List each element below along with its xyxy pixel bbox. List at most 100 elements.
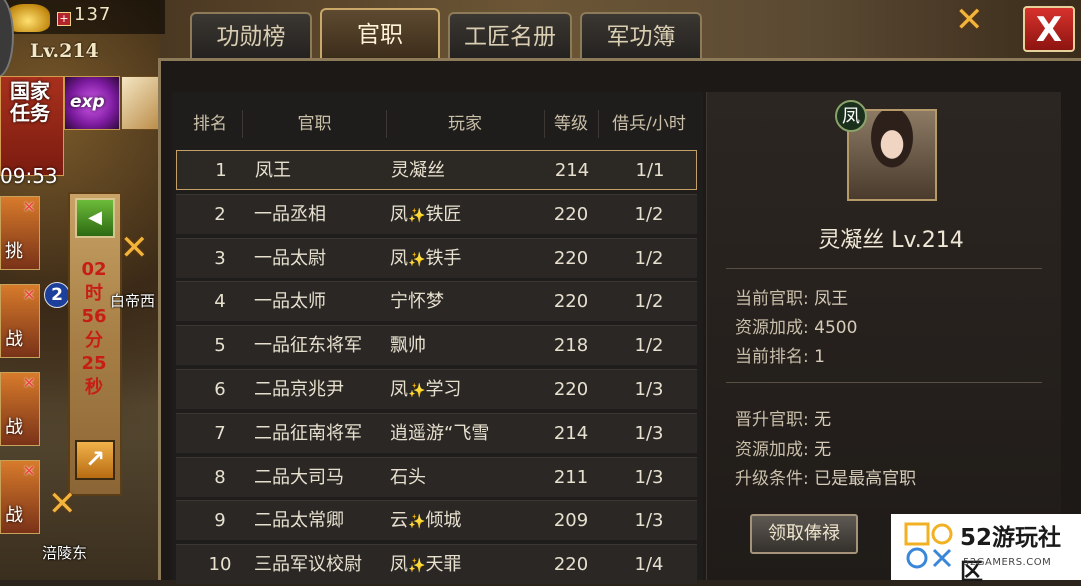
battle-slot[interactable]: ✕ 挑 [0, 196, 40, 270]
player-name-cell: 凤✨铁手 [390, 247, 462, 269]
claim-salary-button[interactable]: 领取俸禄 [750, 514, 858, 554]
book-icon[interactable] [121, 76, 163, 130]
crossed-swords-icon: ✕ [22, 286, 36, 304]
battle-slot[interactable]: ✕ 战 [0, 284, 40, 358]
player-name-cell: 凤✨铁匠 [390, 203, 462, 225]
official-title-cell: 一品征东将军 [254, 335, 362, 357]
resource-bonus-label: 资源加成: [735, 318, 809, 338]
player-name-cell: 飘帅 [390, 335, 426, 357]
table-row[interactable]: 1 凤王 灵凝丝 214 1/1 [176, 150, 697, 190]
troops-cell: 1/2 [634, 203, 664, 225]
collapse-panel-button[interactable]: ◀ [75, 198, 115, 238]
col-title: 官职 [297, 114, 332, 134]
countdown-seconds: 25 [81, 353, 107, 374]
troops-cell: 1/3 [634, 510, 664, 532]
troops-cell: 1/3 [634, 422, 664, 444]
divider [726, 268, 1042, 269]
countdown-hours: 02 [81, 259, 107, 280]
sparkle-icon: ✨ [408, 207, 426, 224]
upgrade-condition-row: 升级条件: 已是最高官职 [735, 464, 916, 489]
detail-name-level: 灵凝丝 Lv.214 [818, 228, 964, 253]
player-level: Lv.214 [30, 40, 99, 62]
level-cell: 220 [553, 379, 589, 400]
troops-cell: 1/2 [634, 247, 664, 269]
crossed-swords-icon[interactable]: ✕ [120, 228, 149, 268]
national-quest-label: 国家任务 [10, 79, 50, 125]
current-rank-row: 当前排名: 1 [735, 342, 825, 367]
map-city-label[interactable]: 白帝西 [110, 290, 155, 311]
rank-cell: 8 [214, 466, 226, 488]
battle-slot[interactable]: ✕ 战 [0, 460, 40, 534]
table-row[interactable]: 8 二品大司马 石头 211 1/3 [176, 456, 697, 497]
level-cell: 218 [553, 335, 589, 357]
event-countdown: 02 时 56 分 25 秒 [79, 258, 109, 399]
current-rank-label: 当前排名: [735, 347, 809, 367]
current-title-label: 当前官职: [735, 289, 809, 309]
official-title-cell: 凤王 [255, 160, 291, 181]
sparkle-icon: ✨ [408, 251, 426, 268]
table-row[interactable]: 2 一品丞相 凤✨铁匠 220 1/2 [176, 193, 697, 234]
troops-cell: 1/3 [634, 379, 664, 400]
official-title-cell: 一品丞相 [254, 203, 326, 225]
rank-cell: 10 [208, 554, 232, 576]
map-city-label[interactable]: 涪陵东 [42, 542, 87, 563]
divider [726, 382, 1042, 383]
table-row[interactable]: 10 三品军议校尉 凤✨天罪 220 1/4 [176, 544, 697, 585]
watermark-url: 52GAMERS.COM [963, 557, 1052, 568]
official-title-cell: 一品太尉 [254, 247, 326, 269]
current-title-value: 凤王 [814, 289, 849, 309]
rank-cell: 4 [214, 291, 226, 313]
table-header: 排名 官职 玩家 等级 借兵/小时 [176, 102, 700, 146]
crossed-swords-icon[interactable]: ✕ [955, 0, 984, 40]
level-cell: 220 [553, 203, 589, 225]
rank-cell: 3 [214, 247, 226, 269]
rank-cell: 7 [214, 422, 226, 444]
tab-craftsman-roster[interactable]: 工匠名册 [448, 12, 572, 58]
table-row[interactable]: 5 一品征东将军 飘帅 218 1/2 [176, 325, 697, 366]
promote-title-label: 晋升官职: [735, 410, 809, 430]
battle-slot[interactable]: ✕ 战 [0, 372, 40, 446]
notification-badge: 2 [44, 282, 70, 308]
promote-bonus-row: 资源加成: 无 [735, 435, 831, 460]
sparkle-icon: ✨ [408, 383, 426, 399]
add-gold-button[interactable]: + [57, 12, 71, 26]
sparkle-icon: ✨ [408, 514, 426, 531]
table-row[interactable]: 6 二品京兆尹 凤✨学习 220 1/3 [176, 369, 697, 409]
table-row[interactable]: 9 二品太常卿 云✨倾城 209 1/3 [176, 500, 697, 541]
tab-official-rank[interactable]: 官职 [320, 8, 440, 58]
promote-bonus-value: 无 [814, 440, 832, 460]
promote-title-value: 无 [814, 410, 832, 430]
watermark-title: 52游玩社区 [960, 525, 1062, 585]
rank-cell: 1 [215, 160, 227, 181]
table-row[interactable]: 3 一品太尉 凤✨铁手 220 1/2 [176, 237, 697, 278]
col-player: 玩家 [448, 114, 482, 134]
battle-slot-label: 挑 [5, 241, 23, 262]
player-name-cell: 云✨倾城 [390, 510, 462, 532]
tab-military-record[interactable]: 军功簿 [580, 12, 702, 58]
countdown-hours-unit: 时 [85, 282, 103, 304]
tab-merit-board[interactable]: 功勋榜 [190, 12, 312, 58]
upgrade-condition-label: 升级条件: [735, 469, 809, 489]
crossed-swords-icon[interactable]: ✕ [48, 484, 77, 524]
site-logo-icon [904, 522, 953, 569]
player-name-cell: 逍遥游“飞雪 [390, 422, 490, 444]
table-row[interactable]: 7 二品征南将军 逍遥游“飞雪 214 1/3 [176, 412, 697, 453]
level-cell: 209 [553, 510, 589, 532]
table-row[interactable]: 4 一品太师 宁怀梦 220 1/2 [176, 281, 697, 322]
official-title-cell: 一品太师 [254, 291, 326, 313]
level-cell: 214 [553, 422, 589, 444]
expand-arrow-button[interactable]: ↗ [75, 440, 115, 480]
rank-cell: 6 [214, 379, 226, 400]
quest-timer: 09:53 [0, 164, 58, 188]
promote-bonus-label: 资源加成: [735, 440, 809, 460]
rank-cell: 5 [214, 335, 226, 357]
faction-badge: 凤 [835, 100, 867, 132]
gold-amount: 137 [74, 4, 112, 25]
official-title-cell: 二品大司马 [254, 466, 344, 488]
upgrade-condition-value: 已是最高官职 [814, 469, 917, 489]
troops-cell: 1/3 [634, 466, 664, 488]
level-cell: 214 [554, 160, 590, 181]
col-level: 等级 [554, 114, 588, 134]
close-button[interactable]: X [1023, 6, 1075, 52]
player-name-cell: 凤✨天罪 [390, 554, 462, 576]
